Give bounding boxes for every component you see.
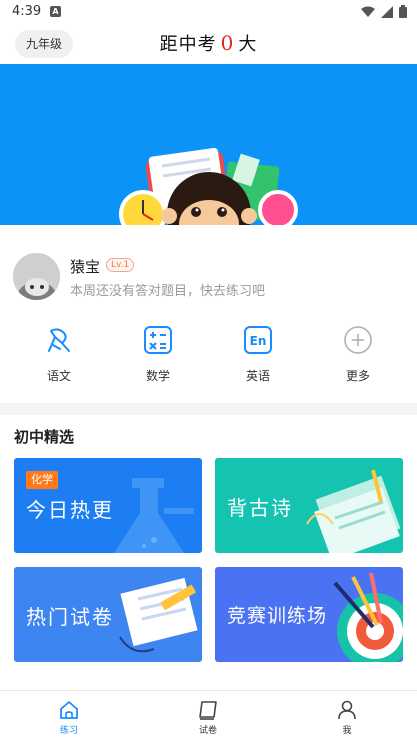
subject-english[interactable]: En 英语 [228, 325, 288, 384]
wifi-icon [361, 6, 375, 17]
card-title: 今日热更 [26, 498, 114, 522]
notification-icon: A [50, 6, 61, 17]
signal-icon [381, 5, 393, 18]
nav-label: 练习 [59, 726, 78, 736]
card-hot-papers[interactable]: 热门试卷 [14, 567, 202, 662]
countdown-days: 0 [220, 31, 235, 55]
card-poems[interactable]: 背古诗 [215, 458, 403, 553]
profile-card[interactable]: 猿宝 Lv.1 本周还没有答对题目，快去练习吧 [0, 225, 417, 315]
nav-label: 试卷 [198, 726, 217, 736]
banner-illustration [119, 147, 298, 225]
promo-banner[interactable] [0, 64, 417, 225]
nav-me[interactable]: 我 [317, 699, 377, 736]
home-icon [60, 701, 78, 719]
subject-label: 语文 [46, 369, 71, 383]
nav-label: 我 [342, 726, 352, 736]
battery-icon [399, 5, 407, 18]
plus-icon [344, 326, 372, 354]
username: 猿宝 [70, 258, 101, 276]
exam-countdown: 距中考 0 大 [0, 30, 417, 56]
card-title: 热门试卷 [26, 605, 114, 629]
subject-label: 数学 [145, 369, 170, 383]
subject-tag: 化学 [26, 471, 58, 489]
paper-icon [199, 701, 217, 720]
subject-label: 更多 [345, 369, 370, 383]
nav-papers[interactable]: 试卷 [178, 699, 238, 736]
profile-subtitle: 本周还没有答对题目，快去练习吧 [70, 284, 266, 299]
card-title: 背古诗 [227, 496, 293, 520]
subject-more[interactable]: 更多 [328, 325, 388, 384]
bottom-nav: 练习 试卷 我 [0, 690, 417, 741]
top-header: 九年级 距中考 0 大 [0, 24, 417, 64]
avatar[interactable] [13, 253, 60, 300]
section-title: 初中精选 [14, 428, 75, 446]
level-badge: Lv.1 [106, 258, 135, 272]
english-icon-text: En [250, 334, 267, 348]
math-icon [144, 326, 172, 354]
section-divider [0, 403, 417, 415]
default-avatar-icon [13, 253, 60, 300]
subject-label: 英语 [245, 369, 270, 383]
status-bar: 4:39 A [0, 0, 417, 24]
countdown-prefix: 距中考 [159, 34, 217, 55]
nav-practice[interactable]: 练习 [39, 699, 99, 736]
chinese-icon [48, 328, 70, 352]
countdown-suffix: 大 [238, 34, 258, 55]
status-icons [361, 5, 407, 18]
subject-chinese[interactable]: 语文 [29, 325, 89, 384]
card-competition[interactable]: 竞赛训练场 [215, 567, 403, 662]
card-title: 竞赛训练场 [227, 605, 328, 627]
status-time: 4:39 [12, 4, 42, 19]
card-today-hot[interactable]: 化学 今日热更 [14, 458, 202, 553]
subject-math[interactable]: 数学 [128, 325, 188, 384]
english-icon: En [244, 326, 272, 354]
user-icon [338, 700, 356, 720]
subject-shortcuts: 语文 数学 En 英语 更多 [0, 315, 417, 403]
